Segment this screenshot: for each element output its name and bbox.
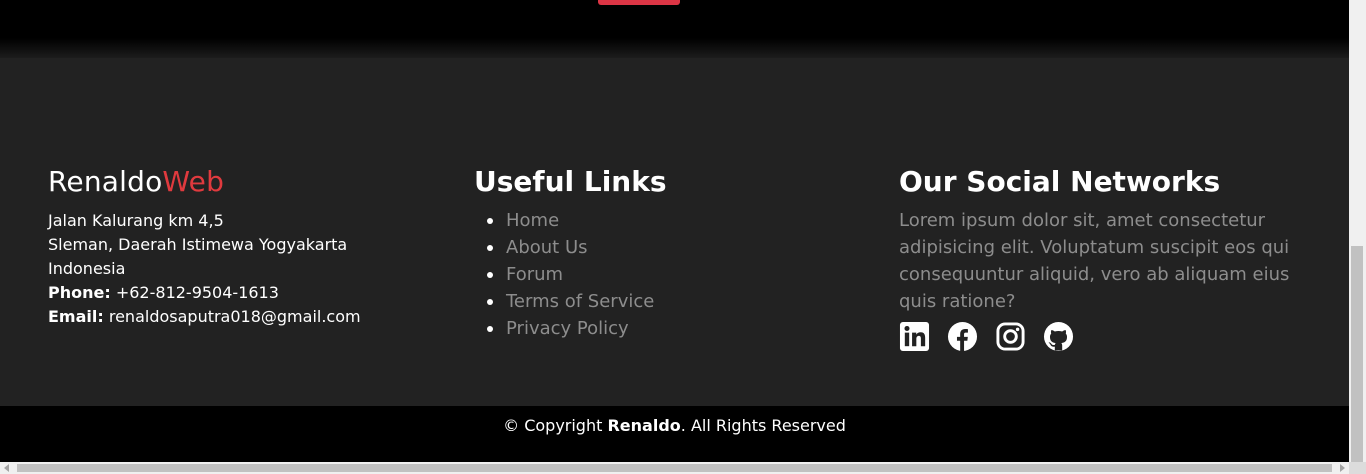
list-item: Terms of Service	[474, 288, 874, 315]
copyright-owner: Renaldo	[607, 416, 681, 435]
email-label: Email:	[48, 307, 104, 326]
phone-value: +62-812-9504-1613	[115, 283, 279, 302]
social-description: Lorem ipsum dolor sit, amet consectetur …	[899, 210, 1290, 312]
copyright-suffix: . All Rights Reserved	[680, 416, 846, 435]
phone-label: Phone:	[48, 283, 111, 302]
linkedin-icon-graphic	[899, 321, 930, 352]
page-section-bottom	[0, 0, 1349, 58]
footer-link-terms[interactable]: Terms of Service	[506, 291, 654, 312]
scroll-left-arrow-icon[interactable]	[4, 464, 9, 472]
social-icons	[899, 321, 1299, 352]
address-line2: Sleman, Daerah Istimewa Yogyakarta	[48, 235, 348, 254]
scroll-right-arrow-icon[interactable]	[1340, 464, 1345, 472]
email-row: Email: renaldosaputra018@gmail.com	[48, 305, 448, 329]
github-icon[interactable]	[1043, 321, 1074, 352]
address-line3: Indonesia	[48, 259, 126, 278]
footer-link-about-us[interactable]: About Us	[506, 237, 588, 258]
list-item: Forum	[474, 261, 874, 288]
brand-name-part1: Renaldo	[48, 165, 163, 198]
footer-brand-title: RenaldoWeb	[48, 165, 448, 199]
footer-link-forum[interactable]: Forum	[506, 264, 563, 285]
scrollbar-corner	[1349, 462, 1366, 474]
copyright-prefix: © Copyright	[503, 416, 603, 435]
section-button-edge[interactable]	[598, 0, 680, 5]
list-item: Home	[474, 207, 874, 234]
footer-link-privacy[interactable]: Privacy Policy	[506, 318, 629, 339]
email-value: renaldosaputra018@gmail.com	[108, 307, 361, 326]
instagram-icon[interactable]	[995, 321, 1026, 352]
list-item: Privacy Policy	[474, 315, 874, 342]
footer-links-column: Useful Links Home About Us Forum Terms o…	[474, 165, 874, 342]
address-line1: Jalan Kalurang km 4,5	[48, 211, 224, 230]
linkedin-icon[interactable]	[899, 321, 930, 352]
horizontal-scrollbar-thumb[interactable]	[17, 464, 1332, 472]
footer-address: Jalan Kalurang km 4,5 Sleman, Daerah Ist…	[48, 209, 448, 329]
copyright-bar: © Copyright Renaldo. All Rights Reserved	[0, 406, 1349, 462]
footer-social-column: Our Social Networks Lorem ipsum dolor si…	[899, 165, 1299, 352]
github-icon-graphic	[1043, 321, 1074, 352]
footer-link-home[interactable]: Home	[506, 210, 559, 231]
vertical-scrollbar[interactable]	[1349, 0, 1366, 462]
social-title: Our Social Networks	[899, 165, 1221, 198]
footer: RenaldoWeb Jalan Kalurang km 4,5 Sleman,…	[0, 58, 1349, 406]
list-item: About Us	[474, 234, 874, 261]
phone-row: Phone: +62-812-9504-1613	[48, 281, 448, 305]
facebook-icon[interactable]	[947, 321, 978, 352]
vertical-scrollbar-thumb[interactable]	[1351, 246, 1363, 462]
horizontal-scrollbar[interactable]	[0, 462, 1349, 474]
footer-brand-column: RenaldoWeb Jalan Kalurang km 4,5 Sleman,…	[48, 165, 448, 329]
facebook-icon-graphic	[947, 321, 978, 352]
useful-links-title: Useful Links	[474, 165, 667, 198]
brand-name-part2: Web	[162, 165, 225, 198]
instagram-icon-graphic	[996, 322, 1025, 351]
useful-links-list: Home About Us Forum Terms of Service Pri…	[474, 207, 874, 342]
